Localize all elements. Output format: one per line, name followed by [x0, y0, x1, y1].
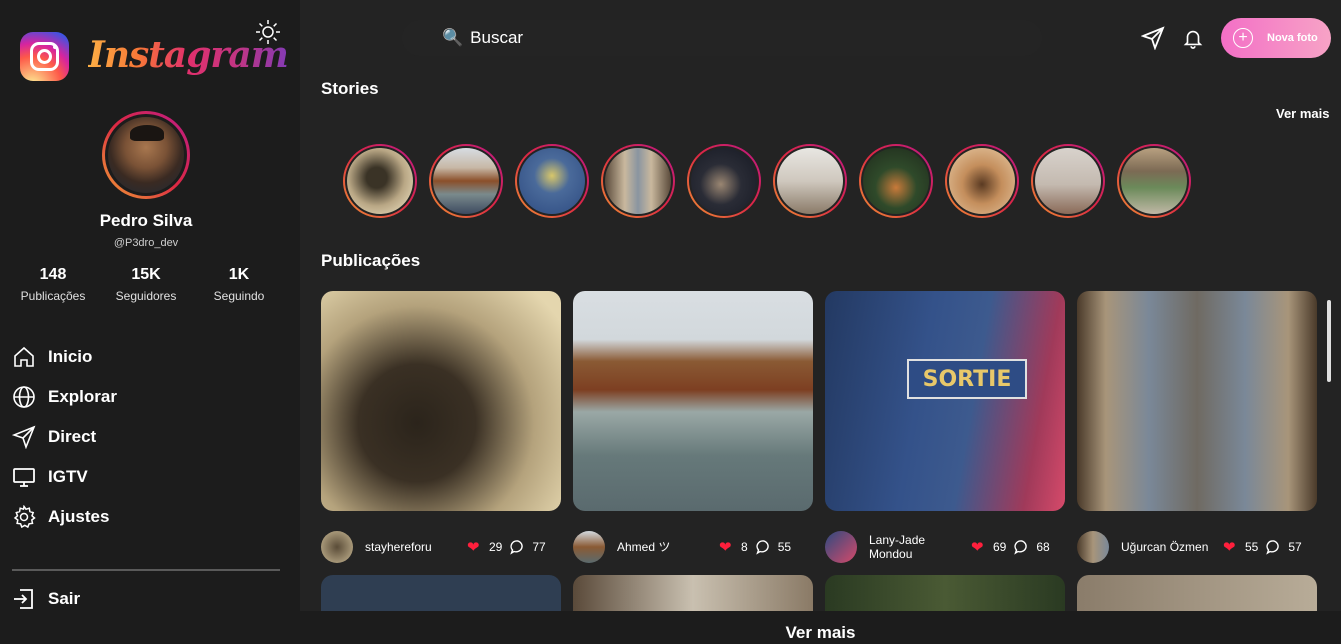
- home-icon: [14, 346, 34, 367]
- stories-title: Stories: [321, 79, 379, 98]
- bell-icon[interactable]: [1182, 26, 1204, 50]
- search-input[interactable]: [470, 28, 971, 48]
- stat-label: Seguindo: [213, 289, 265, 303]
- sun-icon[interactable]: [255, 19, 281, 45]
- heart-icon[interactable]: ❤: [971, 538, 987, 556]
- logout-icon: [14, 589, 33, 609]
- nav-item-direct[interactable]: Direct: [12, 423, 96, 451]
- heart-icon[interactable]: ❤: [467, 538, 483, 556]
- nav-label: Direct: [48, 427, 97, 446]
- stories-see-more-link[interactable]: Ver mais: [1276, 106, 1330, 121]
- scrollbar-thumb[interactable]: [1327, 300, 1331, 382]
- stat-publications[interactable]: 148 Publicações: [8, 266, 98, 303]
- stat-label: Seguidores: [115, 289, 177, 303]
- send-icon[interactable]: [1141, 26, 1165, 50]
- comment-icon[interactable]: [1014, 539, 1030, 555]
- instagram-logo-icon[interactable]: [20, 32, 69, 81]
- post-image[interactable]: [321, 291, 561, 511]
- nav-item-igtv[interactable]: IGTV: [12, 463, 88, 491]
- post-image[interactable]: [825, 575, 1065, 611]
- stat-followers[interactable]: 15K Seguidores: [101, 266, 191, 303]
- likes-count: 55: [1245, 540, 1259, 554]
- story-avatar[interactable]: [343, 144, 417, 218]
- post-image[interactable]: [1077, 575, 1317, 611]
- comment-icon[interactable]: [510, 539, 526, 555]
- stat-value: 1K: [228, 266, 250, 283]
- story-avatar[interactable]: [687, 144, 761, 218]
- monitor-icon: [13, 468, 35, 487]
- story-avatar[interactable]: [859, 144, 933, 218]
- post-image[interactable]: SORTIE: [825, 291, 1065, 511]
- profile-handle: @P3dro_dev: [113, 237, 179, 249]
- nav-label: Sair: [48, 589, 81, 608]
- user-avatar[interactable]: [573, 531, 605, 563]
- story-avatar[interactable]: [515, 144, 589, 218]
- plus-icon: +: [1233, 28, 1253, 48]
- profile-avatar[interactable]: [102, 111, 190, 199]
- nav-item-explorar[interactable]: Explorar: [12, 383, 117, 411]
- nav-label: Inicio: [48, 347, 93, 366]
- search-icon: 🔍: [442, 28, 464, 47]
- story-avatar[interactable]: [945, 144, 1019, 218]
- nav-item-ajustes[interactable]: Ajustes: [12, 503, 109, 531]
- new-photo-label: Nova foto: [1267, 32, 1318, 44]
- post-image[interactable]: [573, 575, 813, 611]
- heart-icon[interactable]: ❤: [1223, 538, 1239, 556]
- comments-count: 55: [777, 540, 792, 554]
- sidebar-divider: [12, 569, 280, 571]
- comment-icon[interactable]: [1266, 539, 1282, 555]
- post-image[interactable]: [321, 575, 561, 611]
- stat-following[interactable]: 1K Seguindo: [194, 266, 284, 303]
- nav-label: Explorar: [48, 387, 117, 406]
- nav-label: Ajustes: [48, 507, 110, 526]
- stat-value: 148: [39, 266, 67, 283]
- profile-name: Pedro Silva: [99, 211, 193, 230]
- comments-count: 77: [532, 540, 546, 554]
- posts-title: Publicações: [321, 251, 421, 270]
- stat-label: Publicações: [20, 289, 86, 303]
- likes-count: 8: [741, 540, 748, 554]
- heart-icon[interactable]: ❤: [719, 538, 735, 556]
- post-image[interactable]: [1077, 291, 1317, 511]
- sortie-sign-text: SORTIE: [922, 366, 1012, 392]
- sidebar: Instagram Pedro Silva @P3dro_dev 148 Pub…: [0, 0, 300, 644]
- post-meta: stayhereforu ❤ 29 77: [321, 531, 561, 563]
- nav-label: IGTV: [48, 467, 88, 486]
- story-avatar[interactable]: [773, 144, 847, 218]
- story-avatar[interactable]: [601, 144, 675, 218]
- post-meta: Uğurcan Özmen ❤ 55 57: [1077, 531, 1317, 563]
- user-avatar[interactable]: [825, 531, 857, 563]
- nav-item-sair[interactable]: Sair: [12, 585, 80, 613]
- story-avatar[interactable]: [1117, 144, 1191, 218]
- posts-see-more-button[interactable]: Ver mais: [300, 623, 1341, 643]
- post-meta: Lany-Jade Mondou ❤ 69 68: [825, 531, 1065, 563]
- send-icon: [12, 425, 36, 449]
- gear-icon: [13, 505, 36, 529]
- load-more-bar: Ver mais: [300, 611, 1341, 644]
- post-username[interactable]: stayhereforu: [365, 540, 467, 554]
- user-avatar[interactable]: [321, 531, 353, 563]
- comments-count: 57: [1288, 540, 1302, 554]
- search-bar[interactable]: 🔍: [402, 20, 1042, 56]
- post-meta: Ahmed ツ ❤ 8 55: [573, 531, 813, 563]
- post-username[interactable]: Uğurcan Özmen: [1121, 540, 1223, 554]
- user-avatar[interactable]: [1077, 531, 1109, 563]
- comments-count: 68: [1036, 540, 1050, 554]
- story-avatar[interactable]: [1031, 144, 1105, 218]
- post-image[interactable]: [573, 291, 813, 511]
- nav-item-inicio[interactable]: Inicio: [12, 343, 92, 371]
- post-username[interactable]: Lany-Jade Mondou: [869, 533, 971, 561]
- likes-count: 29: [489, 540, 503, 554]
- story-avatar[interactable]: [429, 144, 503, 218]
- comment-icon[interactable]: [755, 539, 772, 555]
- post-username[interactable]: Ahmed ツ: [617, 540, 719, 554]
- likes-count: 69: [993, 540, 1007, 554]
- globe-icon: [13, 386, 35, 408]
- stat-value: 15K: [131, 266, 161, 283]
- new-photo-button[interactable]: + Nova foto: [1221, 18, 1331, 58]
